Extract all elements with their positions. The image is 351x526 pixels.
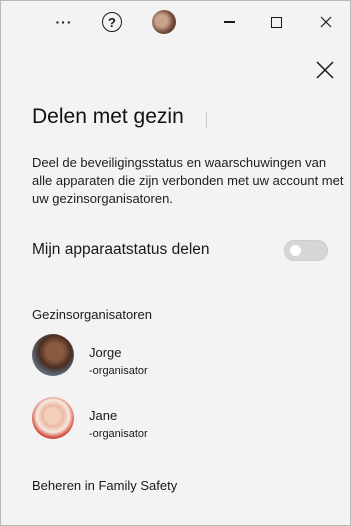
text-caret [206,112,207,128]
organizer-role: -organisator [89,428,148,440]
organizer-role: -organisator [89,365,148,377]
organizers-heading: Gezinsorganisatoren [32,307,152,322]
organizer-item: Jorge -organisator [32,334,312,380]
minimize-icon [223,21,235,23]
avatar [152,10,176,34]
manage-family-safety-link[interactable]: Beheren in Family Safety [32,478,177,493]
more-icon: ··· [55,14,73,30]
account-avatar-button[interactable] [149,7,179,37]
close-window-button[interactable] [311,7,341,37]
help-icon: ? [102,12,122,32]
more-options-button[interactable]: ··· [49,7,79,37]
close-panel-button[interactable] [312,57,338,83]
share-status-row: Mijn apparaatstatus delen [32,238,328,262]
title-bar: ··· ? [1,1,350,43]
page-title: Delen met gezin [32,105,184,128]
maximize-button[interactable] [261,7,291,37]
maximize-icon [270,16,282,28]
help-glyph: ? [108,14,116,30]
description-text: Deel de beveiligingsstatus en waarschuwi… [32,155,344,206]
organizer-item: Jane -organisator [32,397,312,443]
organizer-name: Jane [89,408,118,423]
help-button[interactable]: ? [97,7,127,37]
avatar [32,334,74,376]
close-icon [320,16,332,28]
minimize-button[interactable] [214,7,244,37]
toggle-knob [290,244,301,256]
share-status-label: Mijn apparaatstatus delen [32,241,210,258]
avatar [32,397,74,439]
family-sharing-window: ··· ? Delen met gezin Deel de beveiligin… [0,0,351,526]
share-status-toggle[interactable] [284,239,328,261]
organizer-name: Jorge [89,345,122,360]
close-icon [316,61,334,79]
